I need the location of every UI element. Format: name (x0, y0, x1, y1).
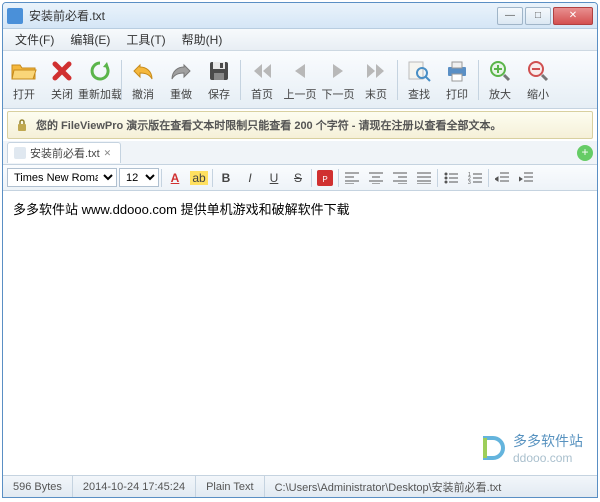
tab-close-icon[interactable]: ✕ (104, 148, 114, 158)
undo-icon (130, 58, 156, 84)
close-x-icon (49, 58, 75, 84)
demo-banner[interactable]: 您的 FileViewPro 演示版在查看文本时限制只能查看 200 个字符 -… (7, 111, 593, 139)
next-icon (325, 58, 351, 84)
svg-text:3: 3 (468, 180, 471, 184)
bullet-list-button[interactable] (440, 168, 462, 188)
close-file-button[interactable]: 关闭 (43, 53, 81, 107)
zoom-in-button[interactable]: 放大 (481, 53, 519, 107)
window-buttons: — □ ✕ (497, 7, 593, 25)
status-mode: Plain Text (196, 476, 265, 497)
last-icon (363, 58, 389, 84)
zoom-out-icon (525, 58, 551, 84)
highlight-button[interactable]: ab (188, 168, 210, 188)
close-button[interactable]: ✕ (553, 7, 593, 25)
menu-tools[interactable]: 工具(T) (118, 29, 173, 50)
prev-icon (287, 58, 313, 84)
status-bar: 596 Bytes 2014-10-24 17:45:24 Plain Text… (3, 475, 597, 497)
app-window: 安装前必看.txt — □ ✕ 文件(F) 编辑(E) 工具(T) 帮助(H) … (2, 2, 598, 498)
status-size: 596 Bytes (3, 476, 73, 497)
indent-button[interactable] (515, 168, 537, 188)
menu-help[interactable]: 帮助(H) (174, 29, 231, 50)
first-icon (249, 58, 275, 84)
align-justify-button[interactable] (413, 168, 435, 188)
document-text: 多多软件站 www.ddooo.com 提供单机游戏和破解软件下载 (13, 199, 587, 218)
underline-button[interactable]: U (263, 168, 285, 188)
app-icon (7, 8, 23, 24)
menu-edit[interactable]: 编辑(E) (62, 29, 118, 50)
print-button[interactable]: 打印 (438, 53, 476, 107)
font-color-button[interactable]: A (164, 168, 186, 188)
status-path: C:\Users\Administrator\Desktop\安装前必看.txt (265, 476, 597, 497)
italic-button[interactable]: I (239, 168, 261, 188)
tab-bar: 安装前必看.txt ✕ + (3, 141, 597, 165)
font-size-select[interactable]: 12 (119, 168, 159, 187)
reload-button[interactable]: 重新加载 (81, 53, 119, 107)
watermark-logo-icon (479, 434, 507, 462)
document-tab[interactable]: 安装前必看.txt ✕ (7, 142, 121, 163)
status-datetime: 2014-10-24 17:45:24 (73, 476, 196, 497)
find-button[interactable]: 查找 (400, 53, 438, 107)
open-button[interactable]: 打开 (5, 53, 43, 107)
minimize-button[interactable]: — (497, 7, 523, 25)
format-toolbar: Times New Roman 12 A ab B I U S P 123 (3, 165, 597, 191)
document-area[interactable]: 多多软件站 www.ddooo.com 提供单机游戏和破解软件下载 多多软件站 … (3, 191, 597, 475)
watermark: 多多软件站 ddooo.com (479, 431, 583, 465)
save-icon (206, 58, 232, 84)
font-family-select[interactable]: Times New Roman (7, 168, 117, 187)
menu-bar: 文件(F) 编辑(E) 工具(T) 帮助(H) (3, 29, 597, 51)
folder-open-icon (11, 58, 37, 84)
outdent-button[interactable] (491, 168, 513, 188)
main-toolbar: 打开 关闭 重新加载 撤消 重做 保存 首页 上一页 下一页 末页 查找 打印 … (3, 51, 597, 109)
next-page-button[interactable]: 下一页 (319, 53, 357, 107)
first-page-button[interactable]: 首页 (243, 53, 281, 107)
file-icon (14, 147, 26, 159)
bold-button[interactable]: B (215, 168, 237, 188)
watermark-cn: 多多软件站 (513, 431, 583, 451)
watermark-en: ddooo.com (513, 451, 583, 465)
redo-button[interactable]: 重做 (162, 53, 200, 107)
print-icon (444, 58, 470, 84)
save-button[interactable]: 保存 (200, 53, 238, 107)
align-right-button[interactable] (389, 168, 411, 188)
align-left-button[interactable] (341, 168, 363, 188)
zoom-in-icon (487, 58, 513, 84)
window-title: 安装前必看.txt (29, 7, 497, 24)
tab-label: 安装前必看.txt (30, 145, 100, 161)
align-center-button[interactable] (365, 168, 387, 188)
maximize-button[interactable]: □ (525, 7, 551, 25)
search-icon (406, 58, 432, 84)
lock-icon (14, 117, 30, 133)
svg-text:P: P (322, 175, 327, 184)
zoom-out-button[interactable]: 缩小 (519, 53, 557, 107)
add-tab-button[interactable]: + (577, 145, 593, 161)
redo-icon (168, 58, 194, 84)
number-list-button[interactable]: 123 (464, 168, 486, 188)
menu-file[interactable]: 文件(F) (7, 29, 62, 50)
pdf-button[interactable]: P (314, 168, 336, 188)
undo-button[interactable]: 撤消 (124, 53, 162, 107)
prev-page-button[interactable]: 上一页 (281, 53, 319, 107)
banner-text: 您的 FileViewPro 演示版在查看文本时限制只能查看 200 个字符 -… (36, 117, 502, 133)
strike-button[interactable]: S (287, 168, 309, 188)
title-bar[interactable]: 安装前必看.txt — □ ✕ (3, 3, 597, 29)
reload-icon (87, 58, 113, 84)
last-page-button[interactable]: 末页 (357, 53, 395, 107)
